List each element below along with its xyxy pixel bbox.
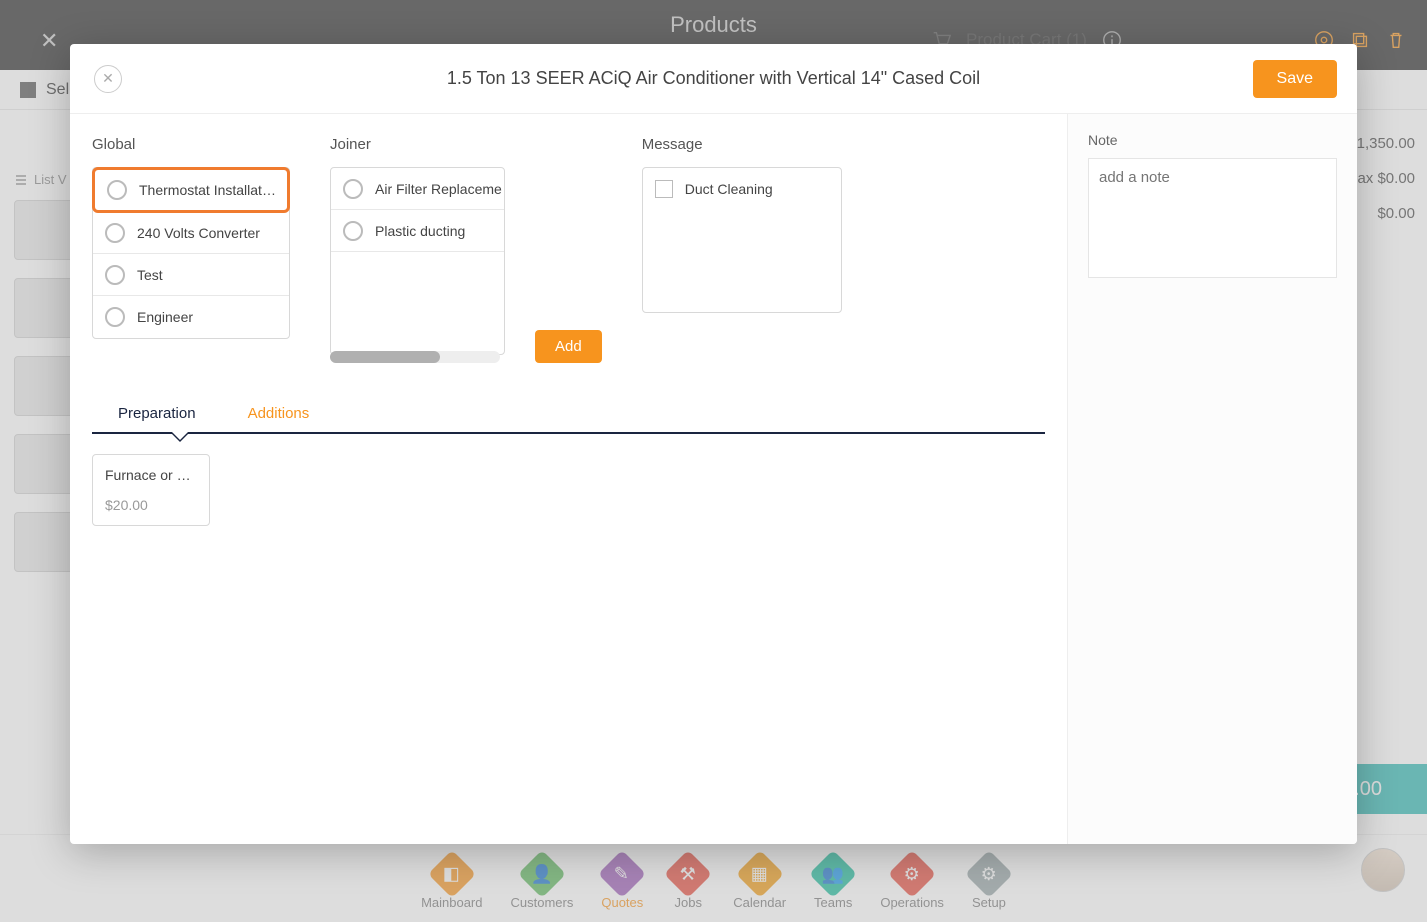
modal-title: 1.5 Ton 13 SEER ACiQ Air Conditioner wit… [447, 68, 980, 89]
global-heading: Global [92, 136, 290, 153]
global-item-label: 240 Volts Converter [137, 225, 260, 241]
preparation-card[interactable]: Furnace or He… $20.00 [92, 454, 210, 526]
joiner-item-plastic[interactable]: Plastic ducting [331, 210, 504, 252]
message-item-label: Duct Cleaning [685, 181, 773, 197]
global-item-engineer[interactable]: Engineer [93, 296, 289, 338]
tabs: Preparation Additions [92, 395, 1045, 434]
global-column: Global Thermostat Installat… 240 Volts C… [92, 136, 290, 363]
note-textarea[interactable] [1088, 158, 1337, 278]
product-modal: ✕ 1.5 Ton 13 SEER ACiQ Air Conditioner w… [70, 44, 1357, 844]
note-panel: Note [1067, 114, 1357, 844]
close-button[interactable]: ✕ [94, 65, 122, 93]
checkbox-icon[interactable] [655, 180, 673, 198]
global-item-label: Test [137, 267, 163, 283]
global-item-label: Thermostat Installat… [139, 182, 276, 198]
global-list: Thermostat Installat… 240 Volts Converte… [92, 167, 290, 339]
card-price: $20.00 [105, 497, 197, 513]
tab-additions[interactable]: Additions [222, 395, 336, 432]
joiner-item-label: Plastic ducting [375, 223, 465, 239]
horizontal-scrollbar[interactable] [330, 351, 500, 363]
modal-main: Global Thermostat Installat… 240 Volts C… [70, 114, 1067, 844]
global-item-label: Engineer [137, 309, 193, 325]
global-item-test[interactable]: Test [93, 254, 289, 296]
modal-header: ✕ 1.5 Ton 13 SEER ACiQ Air Conditioner w… [70, 44, 1357, 114]
note-heading: Note [1088, 132, 1337, 148]
joiner-item-label: Air Filter Replaceme [375, 181, 502, 197]
radio-icon[interactable] [105, 223, 125, 243]
modal-body: Global Thermostat Installat… 240 Volts C… [70, 114, 1357, 844]
joiner-list: Air Filter Replaceme Plastic ducting [330, 167, 505, 355]
radio-icon[interactable] [107, 180, 127, 200]
add-button[interactable]: Add [535, 330, 602, 363]
joiner-item-airfilter[interactable]: Air Filter Replaceme [331, 168, 504, 210]
radio-icon[interactable] [343, 221, 363, 241]
tab-indicator-icon [170, 432, 190, 442]
radio-icon[interactable] [343, 179, 363, 199]
message-list: Duct Cleaning [642, 167, 842, 313]
global-item-240v[interactable]: 240 Volts Converter [93, 212, 289, 254]
message-column: Message Duct Cleaning [642, 136, 842, 363]
joiner-heading: Joiner [330, 136, 602, 153]
radio-icon[interactable] [105, 307, 125, 327]
global-item-thermostat[interactable]: Thermostat Installat… [92, 167, 290, 213]
joiner-column: Joiner Air Filter Replaceme Plastic [330, 136, 602, 363]
message-heading: Message [642, 136, 842, 153]
card-title: Furnace or He… [105, 467, 197, 483]
save-button[interactable]: Save [1253, 60, 1337, 98]
radio-icon[interactable] [105, 265, 125, 285]
tab-preparation[interactable]: Preparation [92, 395, 222, 432]
message-item-duct[interactable]: Duct Cleaning [643, 168, 841, 210]
